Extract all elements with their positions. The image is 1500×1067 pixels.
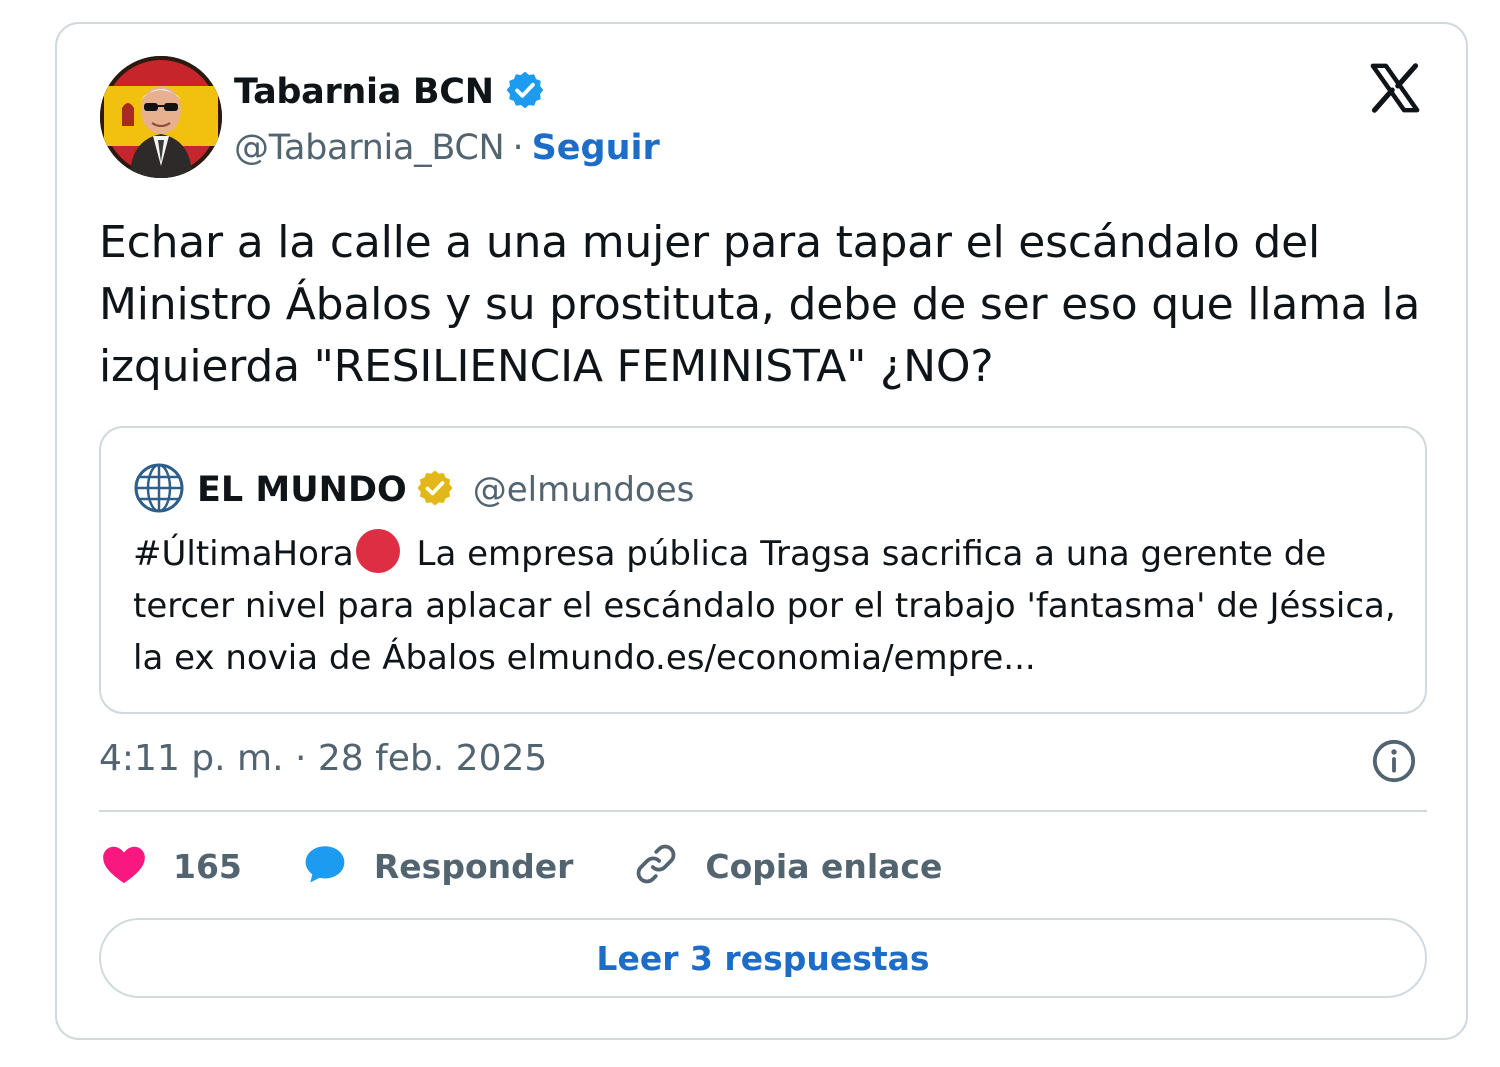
quoted-display-name[interactable]: EL MUNDO <box>197 470 407 510</box>
action-bar: 165 Responder Copia enlace <box>99 838 1000 894</box>
copy-link-label: Copia enlace <box>705 846 943 886</box>
quoted-text: #ÚltimaHora La empresa pública Tragsa sa… <box>133 528 1403 684</box>
author-avatar[interactable] <box>100 56 222 178</box>
handle-separator: · <box>512 128 524 168</box>
reply-button[interactable]: Responder <box>300 839 574 893</box>
read-replies-button[interactable]: Leer 3 respuestas <box>99 918 1427 998</box>
author-display-name[interactable]: Tabarnia BCN <box>234 72 494 112</box>
quoted-hashtag[interactable]: #ÚltimaHora <box>133 534 354 574</box>
quoted-author-row: EL MUNDO @elmundoes <box>133 462 695 518</box>
follow-button[interactable]: Seguir <box>532 128 660 168</box>
reply-label: Responder <box>373 846 574 886</box>
divider <box>99 810 1427 812</box>
tweet-text: Echar a la calle a una mujer para tapar … <box>99 217 1421 392</box>
red-circle-emoji <box>355 529 400 573</box>
like-button[interactable]: 165 <box>99 839 242 893</box>
copy-link-button[interactable]: Copia enlace <box>631 839 942 893</box>
tweet-card: Tabarnia BCN @Tabarnia_BCN · Seguir Echa… <box>55 22 1468 1040</box>
gold-verified-badge-icon <box>407 468 455 512</box>
quoted-handle[interactable]: @elmundoes <box>473 470 695 510</box>
quoted-tweet[interactable]: EL MUNDO @elmundoes #ÚltimaHora La empre… <box>99 426 1427 714</box>
author-handle[interactable]: @Tabarnia_BCN <box>234 128 505 168</box>
heart-icon <box>99 839 149 893</box>
verified-badge-icon <box>494 69 546 115</box>
tweet-timestamp[interactable]: 4:11 p. m. · 28 feb. 2025 <box>99 738 547 779</box>
like-count: 165 <box>173 846 242 886</box>
reply-bubble-icon <box>300 839 350 893</box>
author-handle-row: @Tabarnia_BCN · Seguir <box>234 124 660 172</box>
globe-icon <box>133 462 185 518</box>
author-name-row: Tabarnia BCN <box>234 68 546 116</box>
link-icon <box>631 839 681 893</box>
